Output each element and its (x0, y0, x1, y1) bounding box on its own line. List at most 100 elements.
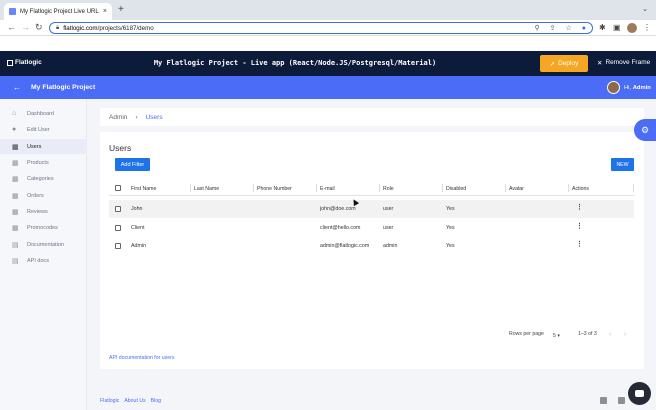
prev-page-icon[interactable]: ‹ (609, 331, 611, 338)
tab-close-icon[interactable]: × (103, 8, 107, 15)
column-header-first-name[interactable]: First Name (131, 186, 156, 192)
sidebar-item-label: Promocodes (27, 224, 58, 231)
table-row[interactable]: Admin admin@flatlogic.com admin Yes ⋮ (109, 237, 634, 255)
tab-title: My Flatlogic Project Live URL (20, 8, 99, 15)
app-title: My Flatlogic Project (31, 84, 96, 91)
table-row[interactable]: John john@doe.com user Yes ⋮ (109, 200, 634, 218)
cell-disabled: Yes (446, 243, 455, 249)
settings-gear-icon[interactable]: ⚙ (634, 119, 656, 141)
rows-per-page-value: 5 (553, 333, 556, 339)
forward-icon[interactable]: → (21, 22, 30, 32)
address-bar[interactable]: 🔒︎ flatlogic.com/projects/6187/demo ⚲ ⇪ … (49, 22, 593, 34)
column-separator[interactable] (379, 184, 380, 192)
column-separator[interactable] (505, 184, 506, 192)
user-avatar[interactable] (607, 81, 620, 94)
facebook-icon[interactable] (600, 397, 607, 404)
chrome-menu-icon[interactable]: ⋮ (643, 23, 651, 32)
favicon-icon (9, 8, 16, 15)
sidebar-item-label: Reviews (27, 208, 48, 215)
remove-frame-button[interactable]: ✕ Remove Frame (597, 59, 650, 67)
select-all-checkbox[interactable] (115, 185, 121, 191)
row-actions-icon[interactable]: ⋮ (576, 240, 583, 248)
column-header-actions[interactable]: Actions (572, 186, 589, 192)
cell-disabled: Yes (446, 225, 455, 231)
browser-toolbar: ← → ↻ 🔒︎ flatlogic.com/projects/6187/dem… (0, 20, 656, 36)
extensions-icon[interactable]: ✱ (599, 23, 606, 32)
sidebar-item-label: Documentation (27, 241, 64, 248)
tab-search-icon[interactable]: ⌄ (642, 5, 648, 13)
sidebar-item-api-docs[interactable]: ▤ API docs (0, 253, 87, 268)
cell-role: user (383, 225, 394, 231)
column-separator[interactable] (190, 184, 191, 192)
breadcrumb-separator-icon: › (135, 113, 138, 121)
row-checkbox[interactable] (115, 206, 121, 212)
row-actions-icon[interactable]: ⋮ (576, 203, 583, 211)
column-separator[interactable] (633, 184, 634, 192)
home-icon: ⌂ (12, 110, 17, 117)
back-arrow-icon[interactable]: ← (13, 83, 21, 92)
sidepanel-icon[interactable]: ▣ (613, 23, 621, 32)
rocket-icon: ➚ (549, 60, 556, 68)
row-checkbox[interactable] (115, 225, 121, 231)
next-page-icon[interactable]: › (624, 331, 626, 338)
sidebar-item-orders[interactable]: ▦ Orders (0, 188, 87, 203)
new-tab-icon[interactable]: + (118, 4, 124, 15)
zoom-icon[interactable]: ⚲ (534, 24, 539, 32)
sidebar-item-users[interactable]: ▦ Users (0, 139, 87, 154)
sidebar-item-label: Categories (27, 175, 54, 182)
sidebar-item-dashboard[interactable]: ⌂ Dashboard (0, 106, 87, 121)
column-header-e-mail[interactable]: E-mail (320, 186, 335, 192)
sidebar-item-reviews[interactable]: ▦ Reviews (0, 204, 87, 219)
sidebar-item-label: Orders (27, 192, 44, 199)
column-header-avatar[interactable]: Avatar (509, 186, 524, 192)
add-filter-button[interactable]: Add Filter (115, 158, 150, 171)
lock-icon: 🔒︎ (56, 24, 60, 31)
twitter-icon[interactable] (618, 397, 625, 404)
column-separator[interactable] (442, 184, 443, 192)
share-icon[interactable]: ⇪ (550, 24, 556, 32)
sidebar-item-label: Users (27, 143, 42, 150)
column-header-disabled[interactable]: Disabled (446, 186, 466, 192)
reload-icon[interactable]: ↻ (35, 22, 43, 33)
sidebar-item-label: Edit User (27, 126, 50, 133)
sidebar-item-products[interactable]: ▦ Products (0, 155, 87, 170)
breadcrumb-admin[interactable]: Admin (109, 114, 127, 121)
user-name: Admin (632, 85, 651, 91)
api-doc-link[interactable]: API documentation for users (109, 355, 174, 361)
row-actions-icon[interactable]: ⋮ (576, 222, 583, 230)
rows-per-page-select[interactable]: 5 ▾ (553, 333, 560, 339)
new-user-button[interactable]: NEW (611, 158, 634, 171)
chat-button[interactable] (628, 382, 651, 405)
row-checkbox[interactable] (115, 243, 121, 249)
cell-first-name: Client (131, 225, 145, 231)
grid-icon: ▦ (12, 175, 19, 183)
deploy-button[interactable]: ➚ Deploy (540, 55, 588, 72)
footer-link-about[interactable]: About Us (124, 398, 145, 404)
column-separator[interactable] (253, 184, 254, 192)
sidebar-item-documentation[interactable]: ▤ Documentation (0, 237, 87, 252)
deploy-label: Deploy (558, 60, 579, 67)
extension-dot-icon[interactable]: ● (582, 25, 586, 32)
app-header: ← My Flatlogic Project (0, 76, 656, 99)
footer-link-blog[interactable]: Blog (151, 398, 161, 404)
page-title: Users (109, 143, 132, 153)
column-separator[interactable] (568, 184, 569, 192)
footer-link-flatlogic[interactable]: Flatlogic (100, 398, 119, 404)
sidebar-item-categories[interactable]: ▦ Categories (0, 171, 87, 186)
cell-email: admin@flatlogic.com (320, 243, 370, 249)
column-header-role[interactable]: Role (383, 186, 394, 192)
user-greeting[interactable]: Hi, Admin (624, 85, 651, 91)
column-header-last-name[interactable]: Last Name (194, 186, 219, 192)
sidebar-item-promocodes[interactable]: ▦ Promocodes (0, 220, 87, 235)
project-title: My Flatlogic Project - Live app (React/N… (153, 59, 437, 67)
breadcrumb: Admin › Users (100, 108, 644, 126)
close-icon: ✕ (597, 60, 603, 67)
bookmark-star-icon[interactable]: ☆ (565, 24, 571, 32)
sidebar-item-edit-user[interactable]: ● Edit User (0, 122, 87, 137)
profile-avatar[interactable] (627, 23, 637, 33)
browser-tab[interactable]: My Flatlogic Project Live URL × (4, 3, 112, 20)
table-row[interactable]: Client client@hello.com user Yes ⋮ (109, 219, 634, 237)
back-icon[interactable]: ← (7, 22, 16, 32)
column-header-phone-number[interactable]: Phone Number (257, 186, 292, 192)
column-separator[interactable] (316, 184, 317, 192)
